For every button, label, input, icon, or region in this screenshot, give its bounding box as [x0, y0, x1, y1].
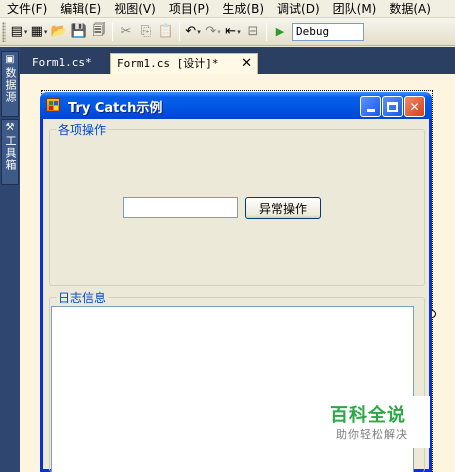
toolbar-separator [112, 22, 113, 41]
tab-form1-designer-label: Form1.cs [设计]* [117, 57, 219, 70]
tab-form1-code[interactable]: Form1.cs* [26, 53, 98, 74]
input-textbox[interactable] [123, 197, 238, 218]
save-icon[interactable]: 💾 [69, 22, 89, 42]
minimize-button[interactable] [360, 96, 381, 117]
exception-button[interactable]: 异常操作 [245, 197, 321, 219]
add-new-item-icon[interactable]: ▤ ▾ [9, 22, 29, 42]
menu-bar: 文件(F) 编辑(E) 视图(V) 项目(P) 生成(B) 调试(D) 团队(M… [0, 0, 455, 18]
data-source-icon: ▣ [5, 54, 15, 65]
watermark-title: 百科全说 [330, 405, 406, 426]
tab-form1-designer[interactable]: Form1.cs [设计]* ✕ [110, 53, 258, 74]
watermark-subtitle: 助你轻松解决 [336, 428, 408, 441]
open-file-icon[interactable]: 📂 [49, 22, 69, 42]
form-app-icon [46, 98, 60, 112]
toolbox-tab[interactable]: ⚒ 工具箱 [1, 119, 19, 185]
data-sources-tab[interactable]: ▣ 数据源 [1, 51, 19, 117]
form-title-bar[interactable]: Try Catch示例 ✕ [40, 92, 432, 119]
operations-group-title: 各项操作 [56, 121, 109, 138]
find-icon[interactable]: ⊟ [243, 22, 263, 42]
toolbox-icon: ⚒ [5, 122, 15, 133]
log-group-title: 日志信息 [56, 289, 109, 306]
toolbar-separator [179, 22, 180, 41]
close-icon: ✕ [409, 99, 420, 114]
cut-icon[interactable]: ✂ [116, 22, 136, 42]
toolbar-grip[interactable] [2, 21, 6, 42]
menu-project[interactable]: 项目(P) [162, 0, 216, 17]
document-tab-strip: Form1.cs* Form1.cs [设计]* ✕ [20, 47, 455, 74]
menu-build[interactable]: 生成(B) [215, 0, 270, 17]
close-button[interactable]: ✕ [404, 96, 425, 117]
watermark-logo: 百科全说 助你轻松解决 [314, 396, 430, 448]
minimize-icon [366, 109, 375, 112]
menu-view[interactable]: 视图(V) [107, 0, 162, 17]
data-sources-label: 数据源 [4, 67, 17, 103]
standard-toolbar: ▤ ▾ ▦ ▾ 📂 💾 🗐 ✂ ⎘ 📋 ↶ ▾ ↷ ▾ ⇤ ▾ ⊟ ▶ Debug [0, 18, 455, 46]
save-all-icon[interactable]: 🗐 [89, 22, 109, 42]
menu-edit[interactable]: 编辑(E) [53, 0, 107, 17]
toolbox-label: 工具箱 [4, 135, 17, 171]
maximize-button[interactable] [382, 96, 403, 117]
navigate-icon[interactable]: ⇤ ▾ [223, 22, 243, 42]
close-tab-icon[interactable]: ✕ [241, 54, 252, 74]
form-title: Try Catch示例 [68, 101, 163, 116]
toolbar-separator [266, 22, 267, 41]
start-debug-icon[interactable]: ▶ [270, 22, 290, 42]
add-item-icon[interactable]: ▦ ▾ [29, 22, 49, 42]
redo-icon[interactable]: ↷ ▾ [203, 22, 223, 42]
menu-team[interactable]: 团队(M) [326, 0, 383, 17]
side-rail: ▣ 数据源 ⚒ 工具箱 [0, 47, 20, 472]
undo-icon[interactable]: ↶ ▾ [183, 22, 203, 42]
maximize-icon [387, 101, 398, 112]
operations-groupbox: 各项操作 异常操作 [49, 121, 425, 286]
menu-data[interactable]: 数据(A) [382, 0, 437, 17]
solution-config-select[interactable]: Debug [292, 22, 364, 41]
paste-icon[interactable]: 📋 [156, 22, 176, 42]
menu-debug[interactable]: 调试(D) [270, 0, 326, 17]
copy-icon[interactable]: ⎘ [136, 22, 156, 42]
menu-file[interactable]: 文件(F) [0, 0, 53, 17]
